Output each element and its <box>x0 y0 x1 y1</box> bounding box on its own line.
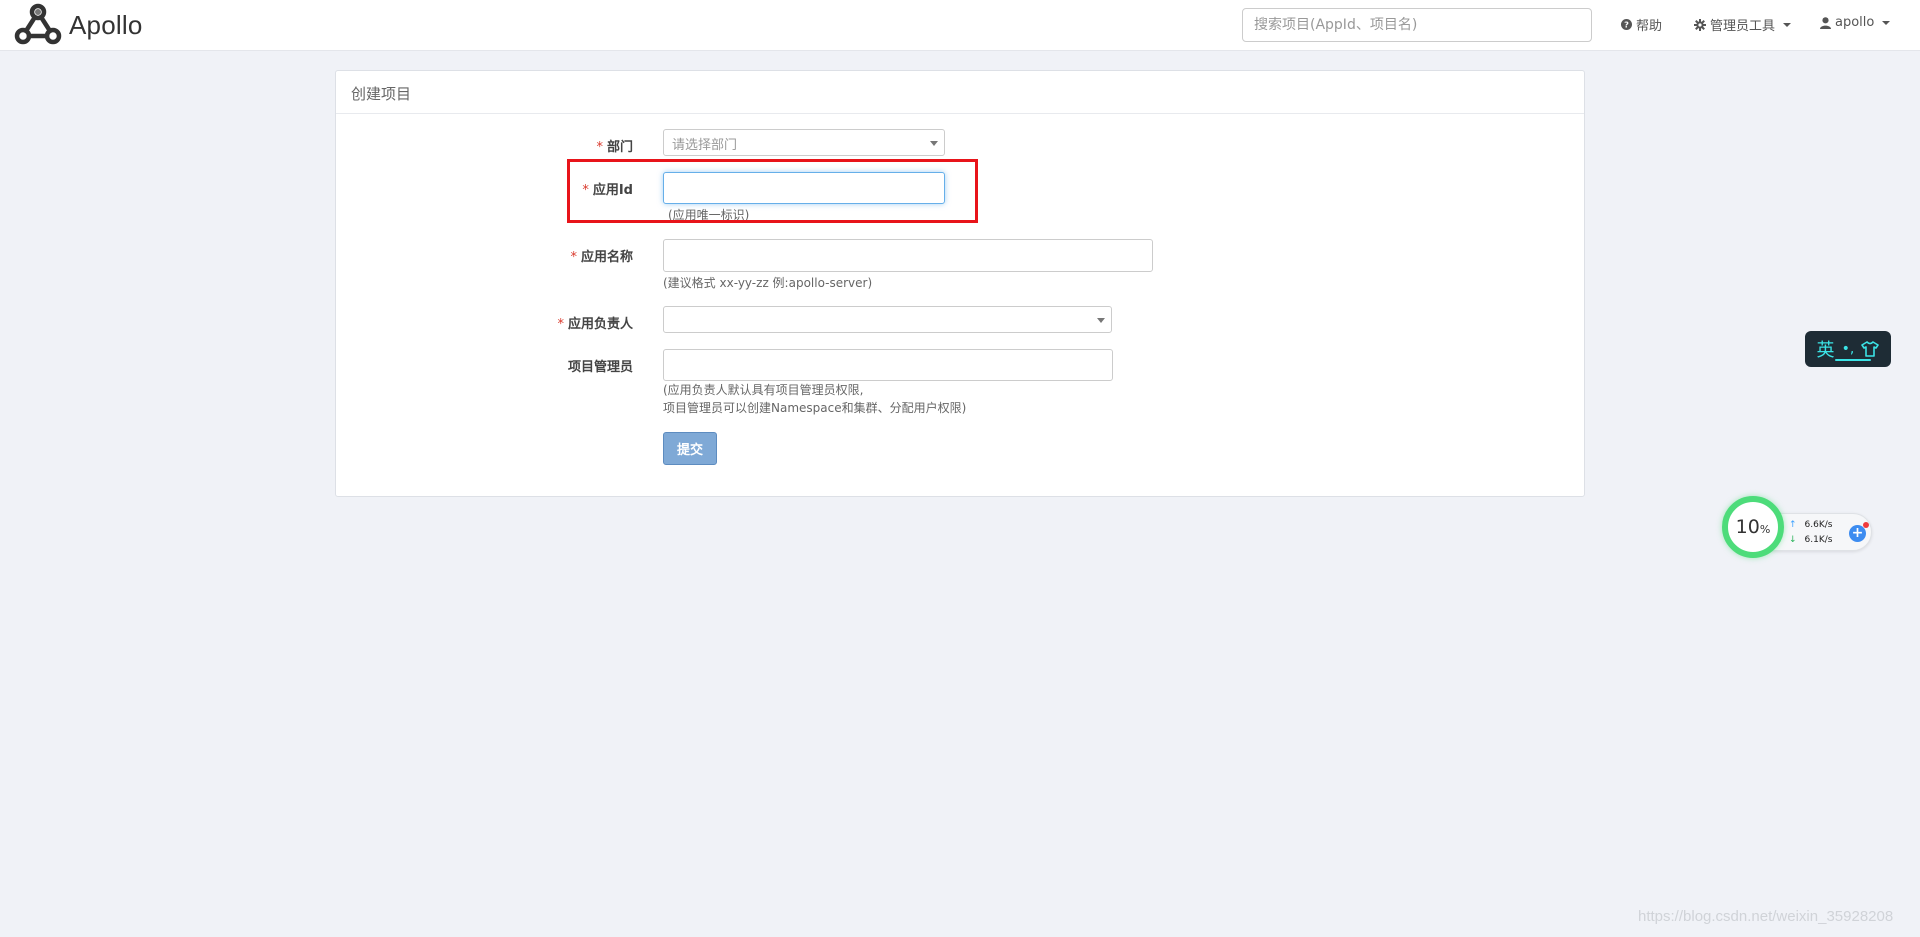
app-name-help: (建议格式 xx-yy-zz 例:apollo-server) <box>663 276 873 290</box>
department-placeholder: 请选择部门 <box>672 138 738 153</box>
apollo-logo[interactable]: Apollo <box>13 2 142 48</box>
required-asterisk: * <box>557 317 564 332</box>
watermark: https://blog.csdn.net/weixin_35928208 <box>1638 908 1894 925</box>
department-select[interactable]: 请选择部门 <box>663 129 945 156</box>
ime-status-widget[interactable]: 英 •, <box>1805 331 1891 367</box>
cpu-usage-value: 10 <box>1735 516 1760 538</box>
user-icon <box>1820 16 1831 29</box>
caret-down-icon <box>1783 22 1792 27</box>
download-speed-value: 6.1K/s <box>1804 535 1833 545</box>
required-asterisk: * <box>596 140 603 155</box>
upload-speed: ↑ 6.6K/s <box>1789 520 1832 530</box>
panel-title: 创建项目 <box>336 71 1584 114</box>
nav-user-label: apollo <box>1835 15 1875 30</box>
admins-help: (应用负责人默认具有项目管理员权限, 项目管理员可以创建Namespace和集群… <box>663 381 966 417</box>
nav-help-link[interactable]: ? 帮助 <box>1621 15 1662 34</box>
arrow-down-icon: ↓ <box>1789 535 1797 545</box>
admins-help-line1: (应用负责人默认具有项目管理员权限, <box>663 383 864 397</box>
shirt-icon <box>1861 341 1880 357</box>
department-label: * 部门 <box>596 140 633 155</box>
plus-icon[interactable]: + <box>1849 522 1869 542</box>
upload-speed-value: 6.6K/s <box>1804 520 1833 530</box>
apollo-logo-icon <box>14 3 62 45</box>
highlight-annotation-box <box>567 159 978 223</box>
owner-select[interactable] <box>663 306 1112 333</box>
create-project-panel: 创建项目 <box>335 70 1585 497</box>
caret-down-icon <box>1882 20 1891 25</box>
ime-punct-label: •, <box>1841 341 1855 357</box>
logo-text: Apollo <box>69 9 143 40</box>
notification-dot <box>1863 522 1869 528</box>
gear-icon <box>1694 18 1706 31</box>
owner-label: * 应用负责人 <box>557 317 633 332</box>
nav-user-dropdown[interactable]: apollo <box>1820 15 1891 30</box>
arrow-up-icon: ↑ <box>1789 520 1797 530</box>
question-circle-icon: ? <box>1621 19 1632 30</box>
ime-underline <box>1835 359 1871 361</box>
nav-help-label: 帮助 <box>1636 19 1663 34</box>
top-navbar: Apollo ? 帮助 管理员工具 apollo <box>0 0 1920 51</box>
admins-label: 项目管理员 <box>567 360 633 375</box>
ime-mode-label: 英 <box>1816 340 1835 361</box>
app-name-input[interactable] <box>663 239 1153 272</box>
admins-input[interactable] <box>663 349 1113 381</box>
cpu-usage-unit: % <box>1759 523 1771 536</box>
nav-admin-tools-label: 管理员工具 <box>1710 19 1776 34</box>
admins-help-line2: 项目管理员可以创建Namespace和集群、分配用户权限) <box>663 401 967 415</box>
submit-button[interactable]: 提交 <box>663 432 717 465</box>
download-speed: ↓ 6.1K/s <box>1789 535 1832 545</box>
svg-text:?: ? <box>1624 20 1629 30</box>
project-search-input[interactable] <box>1242 8 1592 42</box>
app-name-label: * 应用名称 <box>570 250 633 265</box>
cpu-usage-ring: 10% <box>1722 496 1784 558</box>
dropdown-arrow-icon <box>1097 318 1105 323</box>
dropdown-arrow-icon <box>930 141 938 146</box>
required-asterisk: * <box>570 250 577 265</box>
nav-admin-tools-dropdown[interactable]: 管理员工具 <box>1694 15 1792 34</box>
